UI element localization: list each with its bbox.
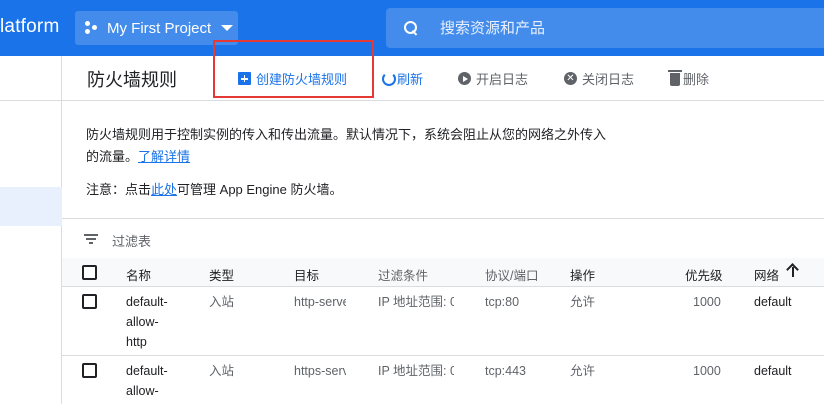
rule-name-line: default-: [126, 295, 168, 309]
rule-filter: IP 地址范围: 0.0.0.0/0: [378, 364, 454, 378]
row-checkbox[interactable]: [82, 294, 97, 309]
trash-icon: [668, 70, 682, 86]
rule-name[interactable]: default- allow-: [126, 361, 206, 401]
rule-priority: 1000: [693, 364, 721, 378]
column-header-target[interactable]: 目标: [294, 265, 319, 284]
table-row[interactable]: default- allow- http 入站 http-server IP 地…: [62, 287, 824, 356]
stop-logging-label: 关闭日志: [582, 72, 635, 87]
app-engine-note: 注意：点击此处可管理 App Engine 防火墙。: [86, 180, 342, 200]
rule-network[interactable]: default: [754, 292, 792, 312]
column-header-action[interactable]: 操作: [570, 265, 595, 284]
rule-name-line: allow-: [126, 384, 159, 398]
column-header-protocol[interactable]: 协议/端口: [485, 265, 538, 284]
rule-type: 入站: [209, 364, 235, 378]
rule-type: 入站: [209, 295, 235, 309]
rule-protocol: tcp:443: [485, 364, 527, 378]
rule-action: 允许: [570, 295, 596, 309]
firewall-description: 防火墙规则用于控制实例的传入和传出流量。默认情况下，系统会阻止从您的网络之外传入…: [86, 124, 606, 168]
action-bar: 防火墙规则 创建防火墙规则 刷新 开启日志 ✕ 关闭日志 删除: [62, 56, 824, 101]
sort-ascending-icon[interactable]: [787, 263, 799, 277]
refresh-label: 刷新: [397, 72, 424, 87]
search-icon: [404, 21, 418, 35]
rule-name[interactable]: default- allow- http: [126, 292, 206, 352]
play-circle-icon: [458, 72, 471, 85]
cancel-circle-icon: ✕: [564, 72, 577, 85]
rule-protocol: tcp:80: [485, 295, 520, 309]
rule-action: 允许: [570, 364, 596, 378]
column-header-network[interactable]: 网络: [754, 265, 779, 284]
rule-name-line: allow-: [126, 315, 159, 329]
brand-title: latform: [0, 16, 60, 37]
top-app-bar: latform My First Project: [0, 0, 824, 56]
rule-target: https-server: [294, 364, 346, 378]
filter-bar[interactable]: 过滤表: [62, 218, 824, 258]
column-header-name[interactable]: 名称: [126, 265, 151, 284]
start-logging-label: 开启日志: [476, 72, 529, 87]
delete-label: 删除: [683, 72, 710, 87]
column-header-type[interactable]: 类型: [209, 265, 234, 284]
left-navigation: [0, 56, 62, 404]
rule-target: http-server: [294, 295, 346, 309]
filter-input-placeholder[interactable]: 过滤表: [112, 231, 151, 250]
filter-icon: [84, 234, 98, 244]
rule-network[interactable]: default: [754, 361, 792, 381]
here-link[interactable]: 此处: [151, 182, 177, 197]
nav-divider: [0, 100, 62, 101]
row-checkbox[interactable]: [82, 363, 97, 378]
refresh-button[interactable]: 刷新: [382, 69, 423, 88]
table-row[interactable]: default- allow- 入站 https-server IP 地址范围:…: [62, 356, 824, 404]
stop-logging-button[interactable]: ✕ 关闭日志: [564, 69, 634, 88]
search-bar[interactable]: [386, 8, 824, 48]
project-icon: [85, 20, 101, 36]
search-input[interactable]: [440, 19, 800, 37]
highlight-annotation-box: [213, 40, 374, 98]
rule-name-line: http: [126, 335, 147, 349]
learn-more-link[interactable]: 了解详情: [138, 149, 190, 164]
rule-filter: IP 地址范围: 0.0.0.0/0: [378, 295, 454, 309]
project-name: My First Project: [107, 19, 212, 37]
note-prefix: 注意：点击: [86, 182, 152, 197]
select-all-checkbox[interactable]: [82, 265, 97, 280]
rule-priority: 1000: [693, 295, 721, 309]
chevron-down-icon: [221, 25, 234, 31]
table-header: 名称 类型 目标 过滤条件 协议/端口 操作 优先级 网络: [62, 258, 824, 287]
column-header-priority[interactable]: 优先级: [685, 265, 723, 284]
rule-name-line: default-: [126, 364, 168, 378]
column-header-filter[interactable]: 过滤条件: [378, 265, 428, 284]
note-suffix: 可管理 App Engine 防火墙。: [177, 182, 343, 197]
start-logging-button[interactable]: 开启日志: [458, 69, 528, 88]
delete-button[interactable]: 删除: [668, 69, 710, 88]
page-title: 防火墙规则: [87, 70, 177, 90]
refresh-icon: [382, 71, 396, 86]
nav-item-active[interactable]: [0, 187, 62, 226]
